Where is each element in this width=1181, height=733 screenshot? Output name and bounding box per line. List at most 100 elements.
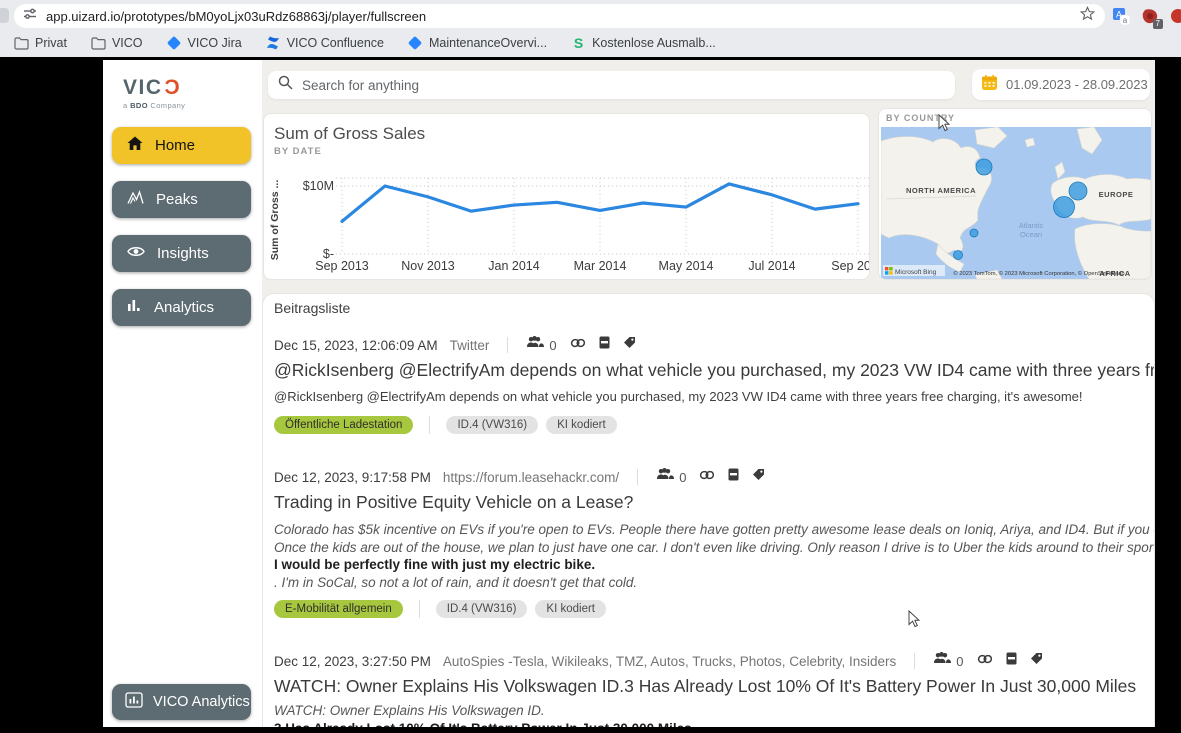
audience-icon[interactable]: [526, 336, 545, 355]
chart-title: Sum of Gross Sales: [274, 124, 425, 144]
tag-pill[interactable]: E-Mobilität allgemein: [274, 600, 403, 618]
svg-text:$-: $-: [323, 247, 334, 261]
svg-text:Nov 2013: Nov 2013: [401, 259, 455, 273]
post-body: @RickIsenberg @ElectrifyAm depends on wh…: [274, 388, 1154, 405]
line-chart[interactable]: Sep 2013Nov 2013Jan 2014Mar 2014May 2014…: [264, 158, 870, 280]
post-action-icons: 0: [933, 652, 1042, 671]
svg-text:Jul 2014: Jul 2014: [748, 259, 795, 273]
sidebar-item-peaks[interactable]: Peaks: [112, 181, 251, 218]
post-source[interactable]: Twitter: [450, 338, 490, 353]
post-source[interactable]: AutoSpies -Tesla, Wikileaks, TMZ, Autos,…: [443, 654, 896, 669]
bookmark-star-icon[interactable]: [1080, 6, 1095, 26]
country-map-card: BY COUNTRY NORTH AMERICA EUROPE AF: [878, 108, 1152, 280]
notebook-icon[interactable]: [1006, 652, 1017, 670]
tag-pill[interactable]: ID.4 (VW316): [436, 600, 528, 618]
divider: [914, 653, 915, 669]
divider: [419, 600, 420, 618]
site-info-icon[interactable]: [23, 7, 37, 26]
notebook-icon[interactable]: [728, 468, 739, 486]
link-icon[interactable]: [977, 652, 993, 670]
sidebar: VICC a BDO Company Home Peaks Insights A…: [103, 60, 262, 727]
audience-icon[interactable]: [656, 468, 675, 487]
bookmark-vico-confluence[interactable]: VICO Confluence: [266, 36, 384, 51]
sidebar-item-home[interactable]: Home: [112, 127, 251, 164]
posts-heading: Beitragsliste: [274, 300, 1154, 316]
peaks-icon: [127, 190, 144, 209]
analytics-panel-icon: [125, 692, 143, 712]
bookmark-label: Kostenlose Ausmalb...: [592, 36, 716, 50]
engagement-count: 0: [679, 470, 686, 485]
post-datetime: Dec 15, 2023, 12:06:09 AM: [274, 338, 438, 353]
post-title[interactable]: WATCH: Owner Explains His Volkswagen ID.…: [274, 673, 1154, 699]
label-atlantic-1: Atlantic: [1019, 221, 1044, 230]
bookmark-privat[interactable]: Privat: [14, 36, 67, 51]
bing-map[interactable]: NORTH AMERICA EUROPE AFRICA Atlantic Oce…: [881, 127, 1151, 279]
engagement-count: 0: [956, 654, 963, 669]
post-title[interactable]: Trading in Positive Equity Vehicle on a …: [274, 489, 1154, 515]
mouse-cursor: [938, 114, 950, 137]
search-input[interactable]: [302, 78, 945, 93]
folder-icon: [91, 36, 106, 51]
map-attribution: © 2023 TomTom, © 2023 Microsoft Corporat…: [953, 270, 1124, 277]
bookmark-vico-jira[interactable]: VICO Jira: [167, 36, 242, 51]
url-text[interactable]: app.uizard.io/prototypes/bM0yoLjx03uRdz6…: [46, 9, 1080, 24]
vico-logo: VICC a BDO Company: [123, 76, 185, 110]
tag-pill[interactable]: KI kodiert: [535, 600, 606, 618]
chart-subtitle: BY DATE: [274, 146, 322, 157]
svg-text:Microsoft Bing: Microsoft Bing: [895, 269, 937, 276]
date-range-picker[interactable]: 01.09.2023 - 28.09.2023 ⌄: [972, 69, 1150, 100]
svg-text:a: a: [1123, 16, 1128, 25]
bar-chart-icon: [127, 298, 142, 317]
tag-pill[interactable]: ID.4 (VW316): [446, 416, 538, 434]
sidebar-item-insights[interactable]: Insights: [112, 235, 251, 272]
tag-icon[interactable]: [1030, 652, 1043, 670]
svg-text:Jan 2014: Jan 2014: [488, 259, 539, 273]
posts-card: Beitragsliste Dec 15, 2023, 12:06:09 AM …: [262, 293, 1155, 727]
sidebar-item-analytics[interactable]: Analytics: [112, 289, 251, 326]
sidebar-item-label: Peaks: [156, 191, 198, 208]
svg-text:May 2014: May 2014: [659, 259, 714, 273]
sidebar-item-label: Insights: [157, 245, 209, 262]
post-body-block: Colorado has $5k incentive on EVs if you…: [274, 521, 1154, 591]
svg-text:Sum of Gross ...: Sum of Gross ...: [269, 180, 281, 261]
link-icon[interactable]: [570, 336, 586, 354]
extension-icon[interactable]: 7: [1142, 8, 1159, 25]
link-icon[interactable]: [699, 468, 715, 486]
bookmark-label: VICO Confluence: [287, 36, 384, 50]
post-meta-row: Dec 15, 2023, 12:06:09 AM Twitter 0: [274, 335, 1154, 355]
svg-text:$10M: $10M: [303, 179, 334, 193]
divider: [429, 416, 430, 434]
bookmark-maintenance[interactable]: MaintenanceOvervi...: [408, 36, 547, 51]
post-datetime: Dec 12, 2023, 3:27:50 PM: [274, 654, 431, 669]
vico-analytics-button[interactable]: VICO Analytics: [112, 684, 251, 720]
post-body-line: Once the kids are out of the house, we p…: [274, 539, 1154, 557]
folder-icon: [14, 36, 29, 51]
tag-pill[interactable]: Öffentliche Ladestation: [274, 416, 413, 434]
translate-extension-icon[interactable]: Aa: [1113, 8, 1130, 25]
post-body-line: 3 Has Already Lost 10% Of It's Battery P…: [274, 720, 1154, 728]
bookmark-vico[interactable]: VICO: [91, 36, 143, 51]
post-source[interactable]: https://forum.leasehackr.com/: [443, 470, 619, 485]
url-bar[interactable]: app.uizard.io/prototypes/bM0yoLjx03uRdz6…: [14, 4, 1105, 28]
divider: [637, 469, 638, 485]
tag-pill[interactable]: KI kodiert: [546, 416, 617, 434]
extension-partial-icon[interactable]: [1171, 9, 1181, 23]
search-icon: [278, 75, 293, 95]
gross-sales-chart-card: Sum of Gross Sales BY DATE Sep 2013 Nov 2…: [263, 113, 870, 280]
bookmark-kostenlose[interactable]: S Kostenlose Ausmalb...: [571, 36, 716, 51]
bookmark-label: VICO Jira: [188, 36, 242, 50]
tag-icon[interactable]: [623, 336, 636, 354]
label-europe: EUROPE: [1099, 190, 1134, 199]
tag-icon[interactable]: [752, 468, 765, 486]
post-title[interactable]: @RickIsenberg @ElectrifyAm depends on wh…: [274, 357, 1154, 383]
divider: [507, 337, 508, 353]
extension-badge: 7: [1153, 19, 1163, 29]
app-window: VICC a BDO Company Home Peaks Insights A…: [103, 60, 1155, 727]
post-body-line: WATCH: Owner Explains His Volkswagen ID.: [274, 702, 1154, 720]
notebook-icon[interactable]: [599, 336, 610, 354]
browser-chrome: app.uizard.io/prototypes/bM0yoLjx03uRdz6…: [0, 0, 1181, 57]
audience-icon[interactable]: [933, 652, 952, 671]
confluence-icon: [266, 36, 281, 51]
post-tags: E-Mobilität allgemein ID.4 (VW316) KI ko…: [274, 598, 1154, 619]
svg-text:Sep 2013: Sep 2013: [315, 259, 369, 273]
